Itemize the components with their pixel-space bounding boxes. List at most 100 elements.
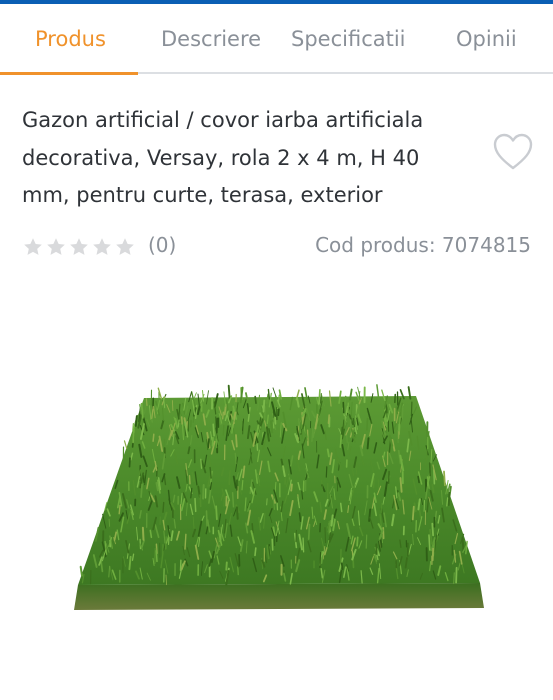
grass-blade <box>202 484 205 500</box>
grass-blade <box>290 483 293 492</box>
grass-blade <box>428 534 431 551</box>
product-image[interactable] <box>60 380 500 620</box>
grass-blade <box>180 416 183 425</box>
grass-blade <box>215 505 218 521</box>
favorite-button[interactable] <box>492 132 534 172</box>
tab-descriere[interactable]: Descriere <box>161 4 261 72</box>
turf-side <box>74 583 484 610</box>
grass-blade <box>205 510 208 527</box>
star-icon <box>47 238 65 255</box>
grass-blade <box>417 475 420 484</box>
grass-blade <box>222 424 225 436</box>
grass-blade <box>366 437 370 450</box>
grass-blade <box>428 462 432 477</box>
grass-blade <box>241 479 244 491</box>
tab-specificatii[interactable]: Specificatii <box>291 4 406 72</box>
grass-blade <box>194 497 197 513</box>
grass-blade <box>295 529 297 543</box>
grass-blade <box>324 527 326 544</box>
grass-blade <box>318 389 321 405</box>
tab-produs[interactable]: Produs <box>35 4 106 72</box>
grass-blade <box>339 502 343 513</box>
grass-blade <box>128 555 132 571</box>
grass-blade <box>319 551 322 569</box>
grass-blade <box>307 523 311 540</box>
grass-blade <box>215 417 219 434</box>
product-tabs: Produs Descriere Specificatii Opinii <box>0 4 553 75</box>
grass-blade <box>155 550 158 563</box>
grass-blade <box>184 533 187 550</box>
grass-blade <box>318 411 320 427</box>
grass-blade <box>344 395 347 405</box>
grass-blade <box>141 526 145 541</box>
grass-blade <box>267 388 271 400</box>
grass-blade <box>410 401 413 417</box>
grass-blade <box>330 514 334 527</box>
product-title: Gazon artificial / covor iarba artificia… <box>22 108 424 207</box>
grass-blade <box>140 402 144 419</box>
grass-blade <box>219 533 222 543</box>
grass-blade <box>162 501 165 513</box>
grass-blade <box>123 440 128 449</box>
grass-blade <box>284 469 288 485</box>
grass-blade <box>304 425 308 442</box>
grass-blade <box>118 504 121 515</box>
rating-stars[interactable] <box>22 236 137 258</box>
grass-blade <box>185 421 189 430</box>
grass-blade <box>302 537 305 553</box>
star-icon <box>70 238 88 255</box>
grass-blade <box>446 497 449 507</box>
grass-blade <box>298 512 302 522</box>
grass-blade <box>326 448 330 458</box>
star-icon <box>93 238 111 255</box>
grass-blade <box>225 561 228 571</box>
grass-blade <box>270 420 274 434</box>
grass-blade <box>134 415 138 427</box>
grass-blade <box>188 475 191 485</box>
grass-blade <box>79 565 83 577</box>
heart-outline-icon <box>493 133 533 170</box>
grass-blade <box>145 398 148 406</box>
tab-opinii[interactable]: Opinii <box>456 4 517 72</box>
grass-blade <box>447 491 451 507</box>
grass-blade <box>461 537 465 553</box>
grass-blade <box>153 547 157 565</box>
grass-blade <box>236 506 239 520</box>
grass-blade <box>200 458 203 469</box>
product-code: Cod produs: 7074815 <box>315 233 531 257</box>
grass-blade <box>228 469 231 486</box>
grass-blade <box>327 414 331 425</box>
grass-blade <box>355 461 358 475</box>
grass-blade <box>393 393 397 404</box>
grass-blade <box>372 477 375 489</box>
grass-blade <box>235 434 238 448</box>
grass-blade <box>187 446 191 455</box>
grass-blade <box>380 502 383 514</box>
grass-blade <box>231 424 234 434</box>
grass-blade <box>399 477 403 493</box>
active-tab-indicator <box>0 72 138 75</box>
grass-blade <box>152 433 155 442</box>
grass-blade <box>254 395 257 405</box>
grass-blade <box>165 574 167 586</box>
grass-blade <box>431 522 435 537</box>
grass-blade <box>207 438 210 449</box>
grass-blade <box>215 416 217 432</box>
review-count[interactable]: (0) <box>148 233 176 257</box>
grass-blade <box>365 534 368 549</box>
grass-blade <box>366 417 369 431</box>
grass-blade <box>128 457 131 468</box>
grass-blade <box>262 399 266 413</box>
star-icon <box>24 238 42 255</box>
grass-blade <box>140 483 143 498</box>
grass-blade <box>254 547 257 557</box>
grass-blade <box>199 494 202 508</box>
grass-blade <box>356 536 359 547</box>
grass-blade <box>453 572 455 585</box>
grass-blade <box>142 475 145 483</box>
grass-blade <box>231 491 235 508</box>
grass-blade <box>132 428 135 444</box>
star-icon <box>116 238 134 255</box>
grass-blade <box>227 384 231 400</box>
grass-blade <box>108 518 111 527</box>
